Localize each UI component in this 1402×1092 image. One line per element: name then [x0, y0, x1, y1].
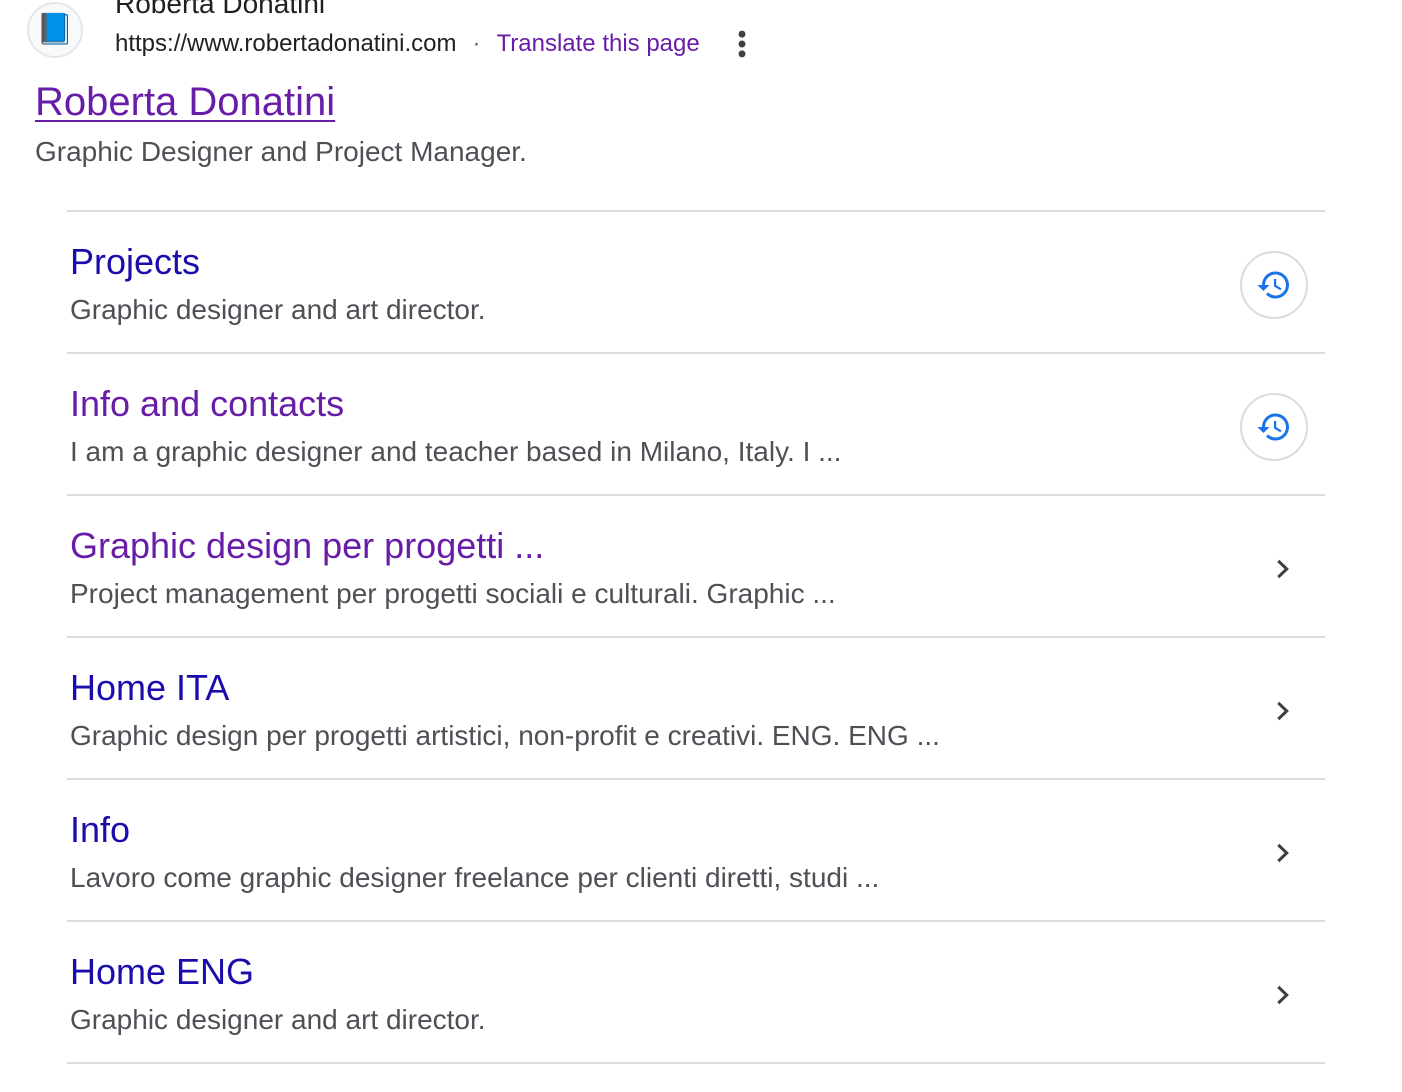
- expand-sitelink-button[interactable]: [1267, 838, 1297, 868]
- kebab-menu-icon: [726, 28, 758, 60]
- sitelink-title-graphic-design-per-progetti[interactable]: Graphic design per progetti ...: [70, 524, 544, 568]
- chevron-right-icon: [1267, 696, 1297, 726]
- blue-book-icon: 📘: [36, 15, 73, 45]
- sitelink-row-info: Info Lavoro come graphic designer freela…: [67, 778, 1325, 920]
- sitelink-snippet: Project management per progetti sociali …: [70, 574, 1267, 614]
- url-separator-dot: ·: [473, 29, 481, 59]
- sitelink-row-graphic-design-per-progetti: Graphic design per progetti ... Project …: [67, 494, 1325, 636]
- expand-sitelink-button[interactable]: [1267, 696, 1297, 726]
- sitelink-row-info-and-contacts: Info and contacts I am a graphic designe…: [67, 352, 1325, 494]
- expand-sitelink-button[interactable]: [1267, 554, 1297, 584]
- site-url[interactable]: https://www.robertadonatini.com: [115, 29, 457, 59]
- sitelink-title-info[interactable]: Info: [70, 808, 130, 852]
- more-options-button[interactable]: [726, 28, 758, 60]
- sitelink-row-home-eng: Home ENG Graphic designer and art direct…: [67, 920, 1325, 1064]
- translate-this-page-link[interactable]: Translate this page: [497, 29, 700, 59]
- sitelink-title-projects[interactable]: Projects: [70, 240, 200, 284]
- sitelink-snippet: I am a graphic designer and teacher base…: [70, 432, 1240, 472]
- history-icon: [1256, 409, 1292, 445]
- cached-history-button[interactable]: [1240, 393, 1308, 461]
- sitelink-snippet: Graphic designer and art director.: [70, 1000, 1267, 1040]
- sitelink-row-home-ita: Home ITA Graphic design per progetti art…: [67, 636, 1325, 778]
- sitelink-title-info-and-contacts[interactable]: Info and contacts: [70, 382, 344, 426]
- result-title: Roberta Donatini: [35, 76, 1402, 128]
- sitelink-title-home-ita[interactable]: Home ITA: [70, 666, 229, 710]
- site-name-link[interactable]: Roberta Donatini: [115, 0, 758, 18]
- sitelinks-list: Projects Graphic designer and art direct…: [67, 210, 1325, 1064]
- cached-history-button[interactable]: [1240, 251, 1308, 319]
- chevron-right-icon: [1267, 980, 1297, 1010]
- sitelink-snippet: Graphic designer and art director.: [70, 290, 1240, 330]
- sitelink-row-projects: Projects Graphic designer and art direct…: [67, 210, 1325, 352]
- site-favicon: 📘: [27, 2, 83, 58]
- chevron-right-icon: [1267, 838, 1297, 868]
- sitelink-snippet: Lavoro come graphic designer freelance p…: [70, 858, 1267, 898]
- chevron-right-icon: [1267, 554, 1297, 584]
- expand-sitelink-button[interactable]: [1267, 980, 1297, 1010]
- sitelink-snippet: Graphic design per progetti artistici, n…: [70, 716, 1267, 756]
- sitelink-title-home-eng[interactable]: Home ENG: [70, 950, 254, 994]
- history-icon: [1256, 267, 1292, 303]
- result-title-link[interactable]: Roberta Donatini: [35, 80, 335, 124]
- result-snippet: Graphic Designer and Project Manager.: [35, 132, 1402, 172]
- search-result-header: 📘 Roberta Donatini https://www.robertado…: [27, 0, 1402, 62]
